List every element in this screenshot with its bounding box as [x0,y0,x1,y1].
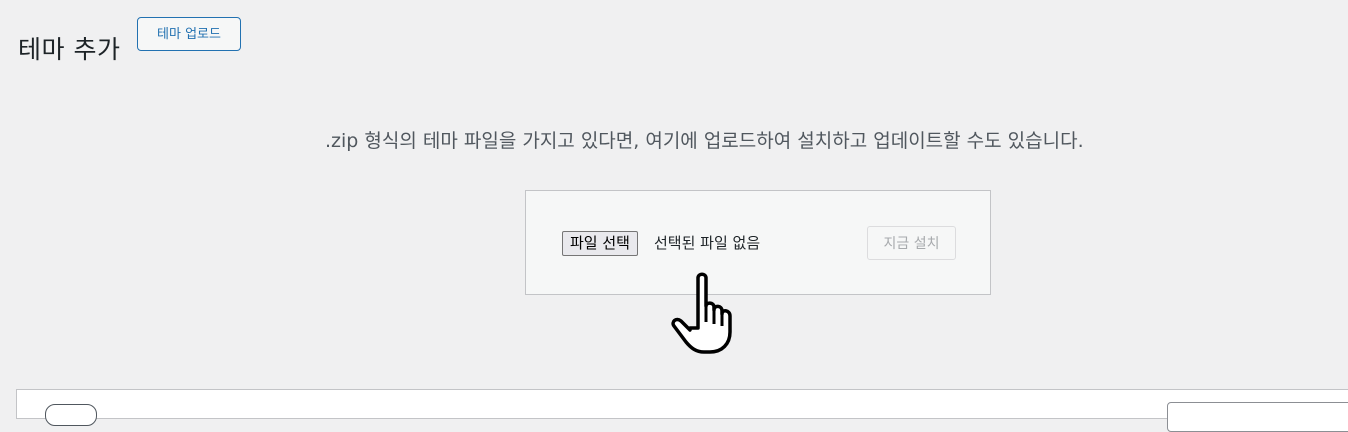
upload-form-box: 파일 선택 선택된 파일 없음 지금 설치 [525,190,991,295]
choose-file-button[interactable]: 파일 선택 [562,231,638,256]
install-now-button[interactable]: 지금 설치 [867,226,956,260]
upload-theme-button[interactable]: 테마 업로드 [137,17,241,51]
hand-pointer-icon [671,272,732,354]
file-status-text: 선택된 파일 없음 [654,234,761,252]
themes-browser-panel [16,389,1348,432]
filter-pill[interactable] [45,404,97,426]
page-title: 테마 추가 [18,34,121,64]
upload-help-text: .zip 형식의 테마 파일을 가지고 있다면, 여기에 업로드하여 설치하고 … [325,130,1084,152]
